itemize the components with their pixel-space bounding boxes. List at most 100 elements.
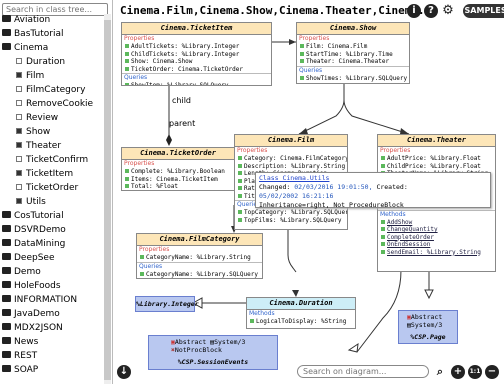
checkbox-icon[interactable]	[16, 155, 22, 162]
member-icon	[238, 178, 242, 183]
info-icon[interactable]: i	[407, 4, 421, 18]
folder-icon[interactable]	[2, 323, 11, 330]
tree-class-item[interactable]: Theater	[16, 140, 61, 153]
class-box-duration[interactable]: Cinema.Duration Methods LogicalToDisplay…	[246, 297, 356, 329]
class-member-row: SendEmail: %Library.String	[378, 249, 495, 257]
class-box-show[interactable]: Cinema.Show Properties Film: Cinema.Film…	[296, 22, 410, 84]
tree-package-item[interactable]: Demo	[2, 266, 41, 279]
class-member-row: AddShow	[378, 219, 495, 227]
checkbox-icon[interactable]	[16, 57, 22, 64]
download-icon[interactable]: ↓	[117, 365, 131, 379]
sidebar-scrollbar[interactable]	[104, 14, 111, 384]
member-icon	[381, 227, 385, 231]
tree-package-item[interactable]: JavaDemo	[2, 308, 60, 321]
class-box-ticketorder[interactable]: Cinema.TicketOrder Properties Complete: …	[121, 147, 235, 191]
member-label: AdultPrice: %Library.Float	[387, 155, 481, 162]
tree-package-item[interactable]: Aviation	[2, 14, 50, 27]
folder-icon[interactable]	[2, 365, 11, 372]
checkbox-checked-icon[interactable]	[16, 71, 22, 78]
member-label: Film: Cinema.Film	[306, 43, 368, 50]
tree-item-label: HoleFoods	[14, 281, 61, 291]
member-label: Tit	[244, 192, 255, 200]
zoom-out-icon[interactable]: −	[485, 365, 499, 379]
tree-class-item[interactable]: FilmCategory	[16, 84, 85, 97]
tree-class-item[interactable]: Duration	[16, 56, 65, 69]
class-box-csp-sessionevents[interactable]: ▣Abstract ▤System/3 ✖NotProcBlock %CSP.S…	[148, 335, 278, 370]
class-box-library-integer[interactable]: %Library.Integer	[135, 296, 199, 312]
member-label: ShowTimes: %Library.SQLQuery	[306, 74, 408, 82]
tree-item-label: Demo	[14, 267, 41, 277]
tree-package-item[interactable]: INFORMATION	[2, 294, 77, 307]
member-label: Items: Cinema.TicketItem	[131, 175, 218, 183]
class-title: %CSP.Page	[410, 333, 446, 341]
tree-package-item[interactable]: DSVRDemo	[2, 224, 66, 237]
folder-icon[interactable]	[2, 337, 11, 344]
folder-icon[interactable]	[2, 29, 11, 36]
member-label: OnEndSession	[387, 241, 431, 248]
tree-class-item[interactable]: TicketOrder	[16, 182, 78, 195]
folder-icon[interactable]	[2, 267, 11, 274]
tree-class-item[interactable]: RemoveCookie	[16, 98, 93, 111]
tree-class-item[interactable]: TicketConfirm	[16, 154, 88, 167]
zoom-in-icon[interactable]: +	[451, 365, 465, 379]
folder-icon[interactable]	[2, 43, 11, 50]
class-box-csp-page[interactable]: ▣Abstract ▤System/3 %CSP.Page	[398, 310, 458, 344]
tree-package-item[interactable]: CosTutorial	[2, 210, 64, 223]
folder-icon[interactable]	[2, 295, 11, 302]
member-icon	[125, 176, 129, 181]
folder-icon[interactable]	[2, 211, 11, 218]
tree-item-label: INFORMATION	[14, 295, 78, 305]
section-label: Properties	[124, 35, 155, 42]
folder-icon[interactable]	[2, 281, 11, 288]
sidebar-scroll-thumb[interactable]	[104, 20, 111, 380]
diagram-canvas[interactable]: Cinema.Film,Cinema.Show,Cinema.Theater,C…	[113, 0, 504, 384]
tree-package-item[interactable]: MDX2JSON	[2, 322, 63, 335]
tree-class-item[interactable]: Film	[16, 70, 44, 83]
folder-icon[interactable]	[2, 225, 11, 232]
checkbox-checked-icon[interactable]	[16, 127, 22, 134]
folder-icon[interactable]	[2, 351, 11, 358]
checkbox-checked-icon[interactable]	[16, 169, 22, 176]
class-title: Cinema.Theater	[378, 135, 495, 147]
zoom-reset-button[interactable]: 1:1	[468, 365, 482, 379]
gear-icon[interactable]: ⚙	[441, 4, 455, 18]
checkbox-icon[interactable]	[16, 183, 22, 190]
tree-class-item[interactable]: TicketItem	[16, 168, 73, 181]
checkbox-icon[interactable]	[16, 85, 22, 92]
tree-package-item[interactable]: DeepSee	[2, 252, 55, 265]
tree-package-item[interactable]: News	[2, 336, 38, 349]
tooltip-class-link[interactable]: Class Cinema.Utils	[259, 174, 329, 182]
class-member-row: Category: Cinema.FilmCategory	[235, 155, 347, 163]
member-icon	[381, 234, 385, 239]
class-box-ticketitem[interactable]: Cinema.TicketItem Properties AdultTicket…	[121, 22, 272, 86]
member-label: TopCategory: %Library.SQLQuery	[244, 209, 348, 216]
help-icon[interactable]: ?	[424, 4, 438, 18]
diagram-search-input[interactable]	[297, 365, 429, 378]
class-title: Cinema.Show	[297, 23, 409, 35]
tree-class-item[interactable]: Review	[16, 112, 58, 125]
folder-icon[interactable]	[2, 253, 11, 260]
tree-class-item[interactable]: Show	[16, 126, 50, 139]
member-icon	[125, 83, 129, 85]
tree-class-item[interactable]: Utils	[16, 196, 46, 209]
folder-icon[interactable]	[2, 239, 11, 246]
checkbox-checked-icon[interactable]	[16, 197, 22, 204]
tree-package-item[interactable]: REST	[2, 350, 37, 363]
checkbox-icon[interactable]	[16, 99, 22, 106]
tree-package-item[interactable]: SOAP	[2, 364, 38, 377]
tree-package-item[interactable]: Cinema	[2, 42, 48, 55]
tree-item-label: Theater	[26, 141, 62, 151]
checkbox-checked-icon[interactable]	[16, 141, 22, 148]
class-box-filmcategory[interactable]: Cinema.FilmCategory Properties CategoryN…	[136, 233, 263, 279]
tree-package-item[interactable]: HoleFoods	[2, 280, 61, 293]
folder-icon[interactable]	[2, 15, 11, 22]
folder-icon[interactable]	[2, 309, 11, 316]
class-title: Cinema.TicketOrder	[122, 148, 234, 160]
search-icon[interactable]: ⌕	[433, 365, 447, 379]
tree-package-item[interactable]: DataMining	[2, 238, 65, 251]
samples-dropdown[interactable]: SAMPLES ▾	[463, 4, 504, 18]
checkbox-icon[interactable]	[16, 113, 22, 120]
tree-package-item[interactable]: BasTutorial	[2, 28, 63, 41]
member-icon	[238, 210, 242, 214]
abstract-label: Abstract	[410, 313, 443, 321]
